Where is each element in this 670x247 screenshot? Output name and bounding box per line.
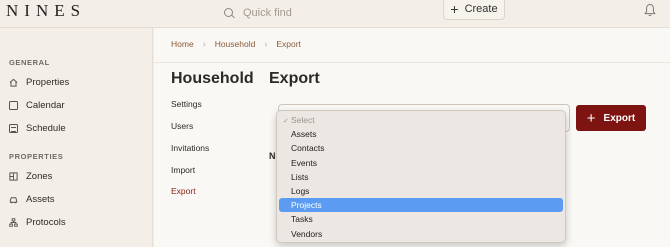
sidebar-item-label: Schedule [26, 122, 66, 134]
subnav-users[interactable]: Users [171, 121, 193, 131]
breadcrumb-household[interactable]: Household [215, 39, 256, 49]
export-button-label: Export [603, 112, 636, 124]
breadcrumb-divider [154, 62, 670, 63]
sidebar-item-protocols[interactable]: Protocols [9, 215, 66, 229]
dropdown-option-highlighted[interactable]: Projects [279, 198, 563, 213]
subnav-import[interactable]: Import [171, 165, 195, 175]
sidebar-item-zones[interactable]: Zones [9, 169, 52, 183]
sidebar-section-general: GENERAL [9, 58, 50, 67]
sidebar-item-calendar[interactable]: Calendar [9, 98, 65, 112]
dropdown-placeholder[interactable]: ✓ Select [279, 113, 563, 127]
dropdown-option[interactable]: Tasks [279, 212, 563, 226]
house-icon [9, 78, 18, 87]
sidebar-item-label: Protocols [26, 216, 66, 228]
sidebar-item-properties[interactable]: Properties [9, 75, 69, 89]
calendar-icon [9, 100, 18, 110]
subnav-settings[interactable]: Settings [171, 99, 202, 109]
breadcrumb-export[interactable]: Export [276, 39, 301, 49]
page-title: Export [269, 70, 320, 87]
sidebar: GENERAL Properties Calendar Schedule PRO… [0, 28, 153, 247]
placeholder-label: Select [291, 115, 315, 125]
car-icon [9, 196, 18, 203]
create-label: Create [464, 2, 498, 15]
sidebar-section-properties: PROPERTIES [9, 152, 64, 161]
search-icon [224, 7, 235, 19]
partial-text: N [269, 151, 276, 161]
bell-icon[interactable] [644, 3, 656, 17]
sidebar-item-label: Calendar [26, 99, 65, 111]
sidebar-item-label: Assets [26, 193, 55, 205]
dropdown-option[interactable]: Logs [279, 184, 563, 198]
sidebar-item-label: Zones [26, 170, 53, 182]
subnav-export[interactable]: Export [171, 186, 196, 196]
export-type-dropdown[interactable]: ✓ Select Assets Contacts Events Lists Log… [276, 110, 566, 243]
dropdown-option[interactable]: Events [279, 156, 563, 170]
subnav-invitations[interactable]: Invitations [171, 143, 209, 153]
export-button[interactable]: + Export [576, 105, 646, 131]
sidebar-item-schedule[interactable]: Schedule [9, 121, 66, 135]
search-placeholder[interactable]: Quick find [243, 7, 292, 19]
hierarchy-icon [9, 217, 18, 227]
breadcrumb: Home › Household › Export [171, 39, 301, 49]
create-button[interactable]: + Create [443, 0, 505, 20]
dropdown-option[interactable]: Vendors [279, 227, 563, 241]
section-title: Household [171, 70, 254, 87]
chevron-right-icon: › [264, 39, 268, 49]
quick-find[interactable]: Quick find [224, 4, 292, 22]
sidebar-item-assets[interactable]: Assets [9, 192, 55, 206]
breadcrumb-home[interactable]: Home [171, 39, 194, 49]
schedule-icon [9, 123, 18, 133]
app-logo[interactable]: NINES [6, 1, 86, 21]
dropdown-option[interactable]: Contacts [279, 141, 563, 155]
check-icon: ✓ [283, 118, 289, 125]
sidebar-item-label: Properties [26, 76, 70, 88]
dropdown-option[interactable]: Lists [279, 170, 563, 184]
chevron-right-icon: › [202, 39, 206, 49]
plus-icon: + [450, 0, 459, 17]
top-bar: NINES Quick find + Create [0, 0, 670, 28]
zones-icon [9, 171, 18, 181]
plus-icon: + [586, 109, 596, 127]
dropdown-option[interactable]: Assets [279, 127, 563, 141]
